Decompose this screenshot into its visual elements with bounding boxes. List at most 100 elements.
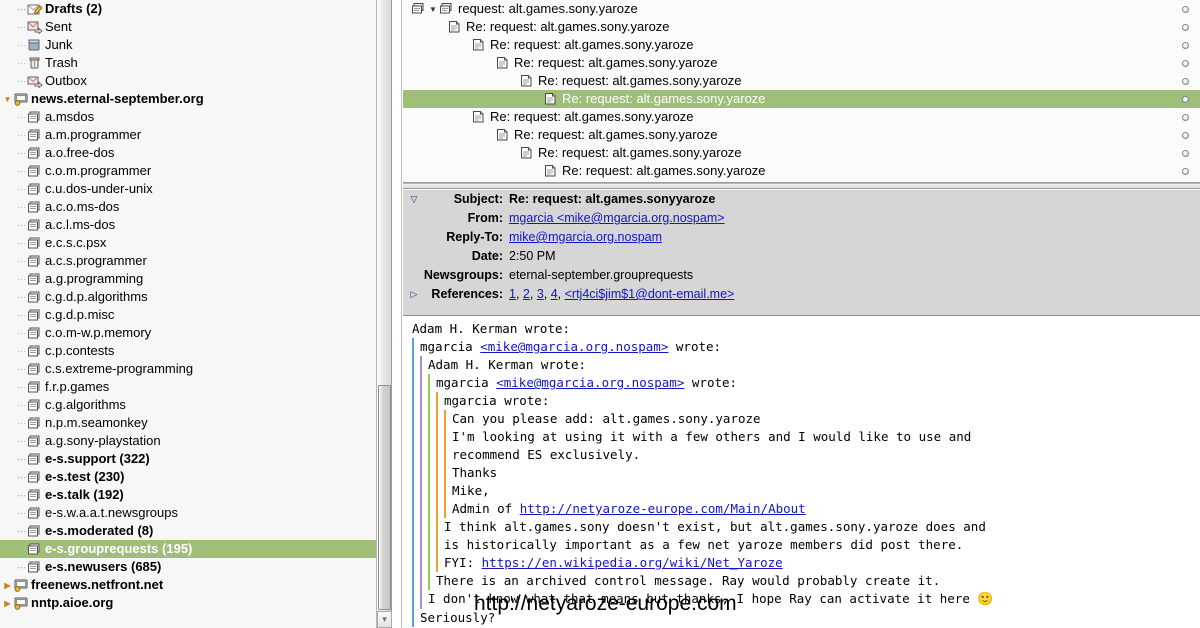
thread-row[interactable]: Re: request: alt.games.sony.yaroze (403, 144, 1200, 162)
message-icon (495, 56, 511, 70)
references-separator: , (529, 287, 537, 301)
sidebar-item-c-g-d-p-algorithms[interactable]: ⋯ c.g.d.p.algorithms (0, 288, 376, 306)
sidebar-item-a-c-s-programmer[interactable]: ⋯ a.c.s.programmer (0, 252, 376, 270)
sidebar-item-label: freenews.netfront.net (31, 577, 164, 592)
sidebar-item-e-c-s-c-psx[interactable]: ⋯ e.c.s.c.psx (0, 234, 376, 252)
sidebar-item-c-g-algorithms[interactable]: ⋯ c.g.algorithms (0, 396, 376, 414)
newsgroup-icon (27, 524, 45, 538)
thread-row[interactable]: Re: request: alt.games.sony.yaroze (403, 108, 1200, 126)
message-icon (471, 110, 487, 124)
header-row-subject: ▽ Subject: Re: request: alt.games.sonyya… (403, 190, 1200, 209)
sidebar-item-n-p-m-seamonkey[interactable]: ⋯ n.p.m.seamonkey (0, 414, 376, 432)
quote-level-2: Adam H. Kerman wrote: mgarcia <mike@mgarc… (420, 356, 1200, 609)
thread-row[interactable]: Re: request: alt.games.sony.yaroze (403, 18, 1200, 36)
reference-link-2[interactable]: 2 (523, 287, 530, 301)
message-body-pane: Adam H. Kerman wrote: mgarcia <mike@mgarc… (403, 317, 1200, 628)
tree-line: ⋯ (17, 328, 26, 338)
read-status-toggle[interactable] (1178, 72, 1192, 90)
sidebar-item-a-g-sony-playstation[interactable]: ⋯ a.g.sony-playstation (0, 432, 376, 450)
from-address-link[interactable]: mgarcia <mike@mgarcia.org.nospam> (509, 211, 725, 225)
sidebar-item-freenews-netfront-net[interactable]: ▶ freenews.netfront.net (0, 576, 376, 594)
read-status-toggle[interactable] (1178, 36, 1192, 54)
sidebar-item-label: Junk (45, 37, 73, 52)
sidebar-item-trash[interactable]: ⋯ Trash (0, 54, 376, 72)
newsgroup-icon (27, 128, 45, 142)
sidebar-item-a-o-free-dos[interactable]: ⋯ a.o.free-dos (0, 144, 376, 162)
sidebar-item-label: e-s.w.a.a.t.newsgroups (45, 505, 178, 520)
thread-icon (439, 2, 455, 16)
body-text-after: wrote: (684, 375, 738, 390)
body-line: FYI: https://en.wikipedia.org/wiki/Net_Y… (444, 554, 1200, 572)
references-separator: , (515, 287, 523, 301)
thread-row[interactable]: Re: request: alt.games.sony.yaroze (403, 162, 1200, 180)
server-icon (13, 92, 31, 106)
thread-list-pane[interactable]: ▼ request: alt.games.sony.yaroze Re: req… (403, 0, 1200, 183)
thread-row[interactable]: Re: request: alt.games.sony.yaroze (403, 90, 1200, 108)
sidebar-scrollbar[interactable]: ▾ (376, 0, 392, 628)
twisty-open-icon[interactable]: ▼ (2, 91, 13, 109)
twisty-closed-icon[interactable]: ▶ (2, 595, 13, 613)
thread-row[interactable]: Re: request: alt.games.sony.yaroze (403, 54, 1200, 72)
sidebar-item-drafts-2[interactable]: ⋯ Drafts (2) (0, 0, 376, 18)
replyto-address-link[interactable]: mike@mgarcia.org.nospam (509, 230, 662, 244)
read-status-toggle[interactable] (1178, 54, 1192, 72)
twisty-closed-icon[interactable]: ▶ (2, 577, 13, 595)
sidebar-item-e-s-newusers-685[interactable]: ⋯ e-s.newusers (685) (0, 558, 376, 576)
sidebar-item-label: f.r.p.games (45, 379, 110, 394)
body-link[interactable]: <mike@mgarcia.org.nospam> (480, 339, 668, 354)
reference-link-3[interactable]: 3 (537, 287, 544, 301)
sidebar-item-c-g-d-p-misc[interactable]: ⋯ c.g.d.p.misc (0, 306, 376, 324)
date-value: 2:50 PM (509, 249, 556, 263)
sidebar-item-c-s-extreme-programming[interactable]: ⋯ c.s.extreme-programming (0, 360, 376, 378)
sidebar-item-a-c-l-ms-dos[interactable]: ⋯ a.c.l.ms-dos (0, 216, 376, 234)
body-link[interactable]: https://en.wikipedia.org/wiki/Net_Yaroze (482, 555, 783, 570)
sidebar-item-c-u-dos-under-unix[interactable]: ⋯ c.u.dos-under-unix (0, 180, 376, 198)
folder-sidebar[interactable]: ⋯ Drafts (2) ⋯ Sent ⋯ Junk ⋯ Trash ⋯ Outbox ▼… (0, 0, 376, 628)
sidebar-item-label: c.s.extreme-programming (45, 361, 194, 376)
body-link[interactable]: <mike@mgarcia.org.nospam> (496, 375, 684, 390)
thread-row[interactable]: Re: request: alt.games.sony.yaroze (403, 72, 1200, 90)
reference-message-id-link[interactable]: <rtj4ci$jim$1@dont-email.me> (565, 287, 735, 301)
sidebar-item-a-g-programming[interactable]: ⋯ a.g.programming (0, 270, 376, 288)
thread-row[interactable]: Re: request: alt.games.sony.yaroze (403, 36, 1200, 54)
sidebar-scroll-down-icon[interactable]: ▾ (377, 611, 392, 628)
sidebar-item-sent[interactable]: ⋯ Sent (0, 18, 376, 36)
sidebar-item-label: c.o.m.programmer (45, 163, 152, 178)
thread-twisty-open-icon[interactable]: ▼ (427, 1, 439, 19)
thread-row[interactable]: ▼ request: alt.games.sony.yaroze (403, 0, 1200, 18)
sidebar-item-junk[interactable]: ⋯ Junk (0, 36, 376, 54)
sidebar-item-a-m-programmer[interactable]: ⋯ a.m.programmer (0, 126, 376, 144)
sidebar-item-outbox[interactable]: ⋯ Outbox (0, 72, 376, 90)
read-status-toggle[interactable] (1178, 0, 1192, 18)
read-status-toggle[interactable] (1178, 90, 1192, 108)
read-status-toggle[interactable] (1178, 126, 1192, 144)
sidebar-item-c-o-m-w-p-memory[interactable]: ⋯ c.o.m-w.p.memory (0, 324, 376, 342)
sidebar-item-e-s-w-a-a-t-newsgroups[interactable]: ⋯ e-s.w.a.a.t.newsgroups (0, 504, 376, 522)
reference-link-1[interactable]: 1 (509, 287, 516, 301)
sidebar-item-e-s-support-322[interactable]: ⋯ e-s.support (322) (0, 450, 376, 468)
sidebar-item-a-msdos[interactable]: ⋯ a.msdos (0, 108, 376, 126)
newsgroup-icon (27, 542, 45, 556)
read-status-toggle[interactable] (1178, 18, 1192, 36)
body-link[interactable]: http://netyaroze-europe.com/Main/About (520, 501, 806, 516)
read-status-toggle[interactable] (1178, 144, 1192, 162)
sidebar-item-c-o-m-programmer[interactable]: ⋯ c.o.m.programmer (0, 162, 376, 180)
sidebar-item-f-r-p-games[interactable]: ⋯ f.r.p.games (0, 378, 376, 396)
sidebar-item-e-s-talk-192[interactable]: ⋯ e-s.talk (192) (0, 486, 376, 504)
read-status-toggle[interactable] (1178, 162, 1192, 180)
sidebar-scrollbar-thumb[interactable] (378, 385, 391, 610)
sidebar-item-c-p-contests[interactable]: ⋯ c.p.contests (0, 342, 376, 360)
thread-row[interactable]: Re: request: alt.games.sony.yaroze (403, 126, 1200, 144)
reference-link-4[interactable]: 4 (551, 287, 558, 301)
read-status-toggle[interactable] (1178, 108, 1192, 126)
thread-pane-horizontal-scrollbar[interactable] (403, 183, 1200, 189)
body-text: is historically important as a few net y… (444, 537, 964, 552)
sidebar-item-a-c-o-ms-dos[interactable]: ⋯ a.c.o.ms-dos (0, 198, 376, 216)
sidebar-item-e-s-moderated-8[interactable]: ⋯ e-s.moderated (8) (0, 522, 376, 540)
sidebar-item-news-eternal-september-org[interactable]: ▼ news.eternal-september.org (0, 90, 376, 108)
sidebar-item-e-s-grouprequests-195[interactable]: ⋯ e-s.grouprequests (195) (0, 540, 376, 558)
sidebar-item-e-s-test-230[interactable]: ⋯ e-s.test (230) (0, 468, 376, 486)
body-text-after: wrote: (668, 339, 722, 354)
sidebar-item-nntp-aioe-org[interactable]: ▶ nntp.aioe.org (0, 594, 376, 612)
server-icon (13, 578, 31, 592)
